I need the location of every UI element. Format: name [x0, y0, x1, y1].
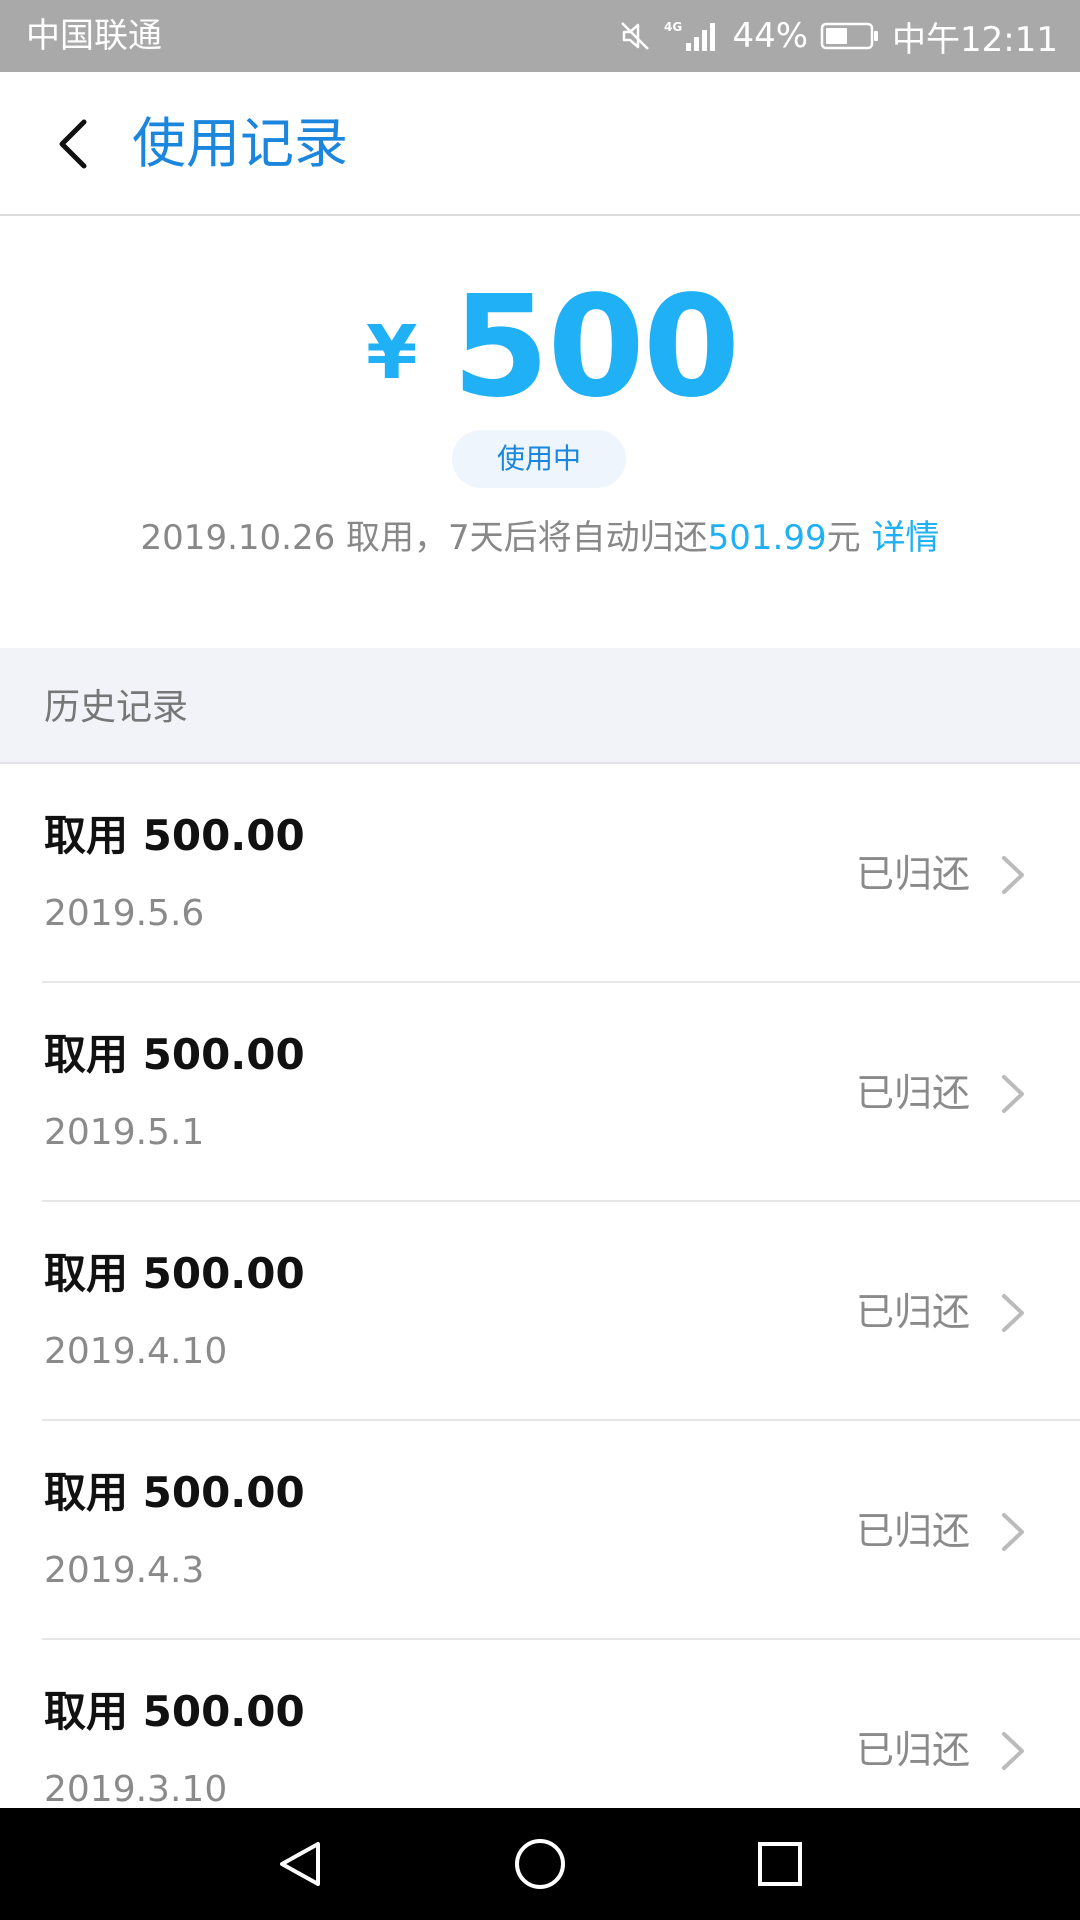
svg-text:4G: 4G [664, 20, 682, 34]
list-item[interactable]: 取用 500.00 2019.5.6 已归还 [0, 764, 1080, 983]
record-status: 已归还 [855, 1290, 970, 1334]
note-prefix: 2019.10.26 取用，7天后将自动归还 [140, 518, 708, 558]
record-date: 2019.5.6 [44, 893, 205, 934]
record-date: 2019.5.1 [44, 1112, 205, 1153]
record-status: 已归还 [855, 1728, 970, 1772]
record-date: 2019.3.10 [44, 1769, 228, 1808]
record-status: 已归还 [855, 1071, 970, 1115]
return-amount: 501.99 [707, 518, 827, 558]
record-title: 取用 500.00 [44, 811, 305, 860]
system-nav-bar [0, 1808, 1080, 1920]
clock: 中午12:11 [892, 19, 1058, 60]
record-status: 已归还 [855, 852, 970, 896]
nav-back-icon [280, 1842, 320, 1886]
signal-icon: 4G [664, 19, 720, 53]
app-header: 使用记录 [0, 72, 1080, 216]
status-bar: 中国联通 4G 44% 中午12:11 [0, 0, 1080, 72]
chevron-right-icon [1002, 1294, 1024, 1332]
amount-row: ¥ 500 [0, 278, 1080, 418]
nav-back-button[interactable] [272, 1836, 328, 1892]
battery-icon [820, 20, 880, 52]
mute-icon [618, 19, 652, 53]
list-item[interactable]: 取用 500.00 2019.4.10 已归还 [0, 1202, 1080, 1421]
record-date: 2019.4.3 [44, 1550, 205, 1591]
list-item[interactable]: 取用 500.00 2019.5.1 已归还 [0, 983, 1080, 1202]
record-title: 取用 500.00 [44, 1468, 305, 1517]
battery-percent: 44% [732, 16, 809, 56]
status-badge: 使用中 [452, 430, 626, 488]
usage-summary: ¥ 500 使用中 2019.10.26 取用，7天后将自动归还501.99元 … [0, 218, 1080, 648]
nav-home-button[interactable] [512, 1836, 568, 1892]
details-link[interactable]: 详情 [871, 518, 939, 558]
record-status: 已归还 [855, 1509, 970, 1553]
chevron-right-icon [1002, 1732, 1024, 1770]
record-title: 取用 500.00 [44, 1687, 305, 1736]
current-amount: 500 [452, 266, 740, 429]
carrier-name: 中国联通 [26, 16, 162, 56]
history-list: 取用 500.00 2019.5.6 已归还 取用 500.00 2019.5.… [0, 764, 1080, 1808]
chevron-right-icon [1002, 1075, 1024, 1113]
nav-home-icon [515, 1839, 565, 1889]
back-button[interactable] [34, 106, 110, 182]
note-unit: 元 [826, 518, 861, 558]
nav-recents-button[interactable] [752, 1836, 808, 1892]
back-arrow-icon [59, 119, 87, 169]
record-title: 取用 500.00 [44, 1030, 305, 1079]
nav-recents-icon [758, 1842, 802, 1886]
page-title: 使用记录 [132, 112, 348, 175]
record-title: 取用 500.00 [44, 1249, 305, 1298]
list-item[interactable]: 取用 500.00 2019.3.10 已归还 [0, 1640, 1080, 1808]
auto-return-note: 2019.10.26 取用，7天后将自动归还501.99元 详情 [0, 516, 1080, 560]
chevron-right-icon [1002, 856, 1024, 894]
history-section-header: 历史记录 [0, 648, 1080, 764]
list-item[interactable]: 取用 500.00 2019.4.3 已归还 [0, 1421, 1080, 1640]
record-date: 2019.4.10 [44, 1331, 228, 1372]
section-title: 历史记录 [44, 687, 189, 728]
status-icons: 4G 44% 中午12:11 [618, 14, 1058, 60]
currency-symbol: ¥ [366, 310, 418, 396]
chevron-right-icon [1002, 1513, 1024, 1551]
